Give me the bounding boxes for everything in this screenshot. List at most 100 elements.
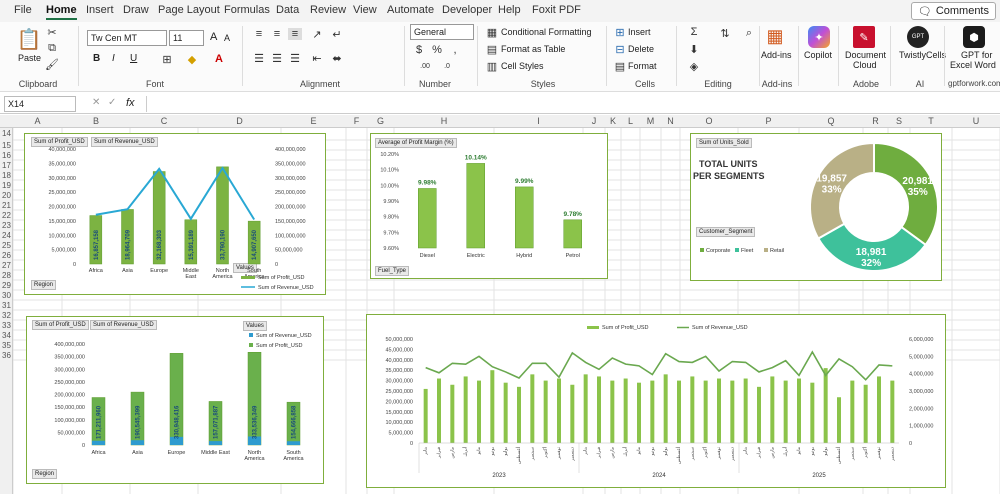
tab-help[interactable]: Help [498,4,521,16]
tab-foxit-pdf[interactable]: Foxit PDF [532,4,581,16]
orientation-icon[interactable]: ↗ [310,28,324,41]
font-color-icon[interactable]: A [212,52,226,66]
enter-icon[interactable]: ✓ [108,97,116,108]
row-header-15[interactable]: 15 [0,141,13,150]
name-box[interactable]: X14 [4,96,76,112]
copilot-icon[interactable]: ✦ [808,26,830,48]
column-header-S[interactable]: S [888,116,910,126]
addins-button[interactable]: Add-ins [761,50,792,60]
row-header-21[interactable]: 21 [0,201,13,210]
format-cells-button[interactable]: Format [628,61,657,71]
tab-home[interactable]: Home [46,4,77,20]
row-header-28[interactable]: 28 [0,271,13,280]
row-header-31[interactable]: 31 [0,301,13,310]
merge-center-icon[interactable]: ⬌ [330,52,344,65]
conditional-formatting-button[interactable]: Conditional Formatting [501,27,592,37]
row-header-35[interactable]: 35 [0,341,13,350]
twistlycells-button[interactable]: TwistlyCells [899,50,946,60]
cancel-icon[interactable]: ✕ [92,97,100,108]
column-header-P[interactable]: P [738,116,799,126]
tab-page-layout[interactable]: Page Layout [158,4,220,16]
row-header-14[interactable]: 14 [0,129,13,138]
insert-cells-button[interactable]: Insert [628,27,651,37]
italic-button[interactable]: I [112,53,115,64]
column-header-L[interactable]: L [621,116,640,126]
row-header-17[interactable]: 17 [0,161,13,170]
sort-filter-icon[interactable]: ⇅ [718,26,732,40]
document-cloud-line2[interactable]: Cloud [853,60,877,70]
column-header-E[interactable]: E [281,116,346,126]
borders-icon[interactable]: ⊞ [160,52,174,66]
row-header-23[interactable]: 23 [0,221,13,230]
twistlycells-icon[interactable]: GPT [907,26,929,48]
cell-styles-button[interactable]: Cell Styles [501,61,544,71]
currency-icon[interactable]: $ [412,44,426,56]
delete-cells-button[interactable]: Delete [628,44,654,54]
chart-revenue-profit-stacked[interactable]: Sum of Profit_USD Sum of Revenue_USD Val… [26,316,324,484]
align-bottom-icon[interactable]: ≡ [288,28,302,40]
column-header-H[interactable]: H [394,116,494,126]
tab-insert[interactable]: Insert [86,4,114,16]
gpt-for-excel-icon[interactable]: ⬢ [963,26,985,48]
row-header-32[interactable]: 32 [0,311,13,320]
tab-developer[interactable]: Developer [442,4,492,16]
tab-review[interactable]: Review [310,4,346,16]
addins-icon[interactable]: ▦ [765,26,785,46]
gpt-for-line2[interactable]: Excel Word [950,60,996,70]
align-middle-icon[interactable]: ≡ [270,28,284,40]
column-header-Q[interactable]: Q [799,116,863,126]
adobe-pdf-icon[interactable]: ✎ [853,26,875,48]
align-top-icon[interactable]: ≡ [252,28,266,40]
column-header-T[interactable]: T [910,116,952,126]
comma-icon[interactable]: , [448,44,462,56]
copilot-button[interactable]: Copilot [804,50,832,60]
find-select-icon[interactable]: ⌕ [742,26,756,40]
row-header-34[interactable]: 34 [0,331,13,340]
align-center-icon[interactable]: ☰ [270,52,284,65]
tab-file[interactable]: File [14,4,32,16]
fill-color-icon[interactable]: ◆ [185,52,199,66]
align-right-icon[interactable]: ☰ [288,52,302,65]
tab-view[interactable]: View [353,4,377,16]
row-header-24[interactable]: 24 [0,231,13,240]
bold-button[interactable]: B [93,53,100,64]
format-painter-icon[interactable]: 🖌 [45,58,59,71]
column-header-N[interactable]: N [661,116,680,126]
row-header-33[interactable]: 33 [0,321,13,330]
wrap-text-icon[interactable]: ↵ [330,28,344,41]
autosum-icon[interactable]: Σ [688,26,700,38]
row-header-30[interactable]: 30 [0,291,13,300]
paste-button[interactable]: Paste [18,53,41,63]
indent-icon[interactable]: ⇤ [310,52,324,65]
percent-icon[interactable]: % [430,44,444,56]
row-header-25[interactable]: 25 [0,241,13,250]
tab-draw[interactable]: Draw [123,4,149,16]
row-header-27[interactable]: 27 [0,261,13,270]
underline-button[interactable]: U [130,53,137,64]
align-left-icon[interactable]: ☰ [252,52,266,65]
formula-input[interactable] [146,96,996,112]
row-header-19[interactable]: 19 [0,181,13,190]
column-header-J[interactable]: J [583,116,605,126]
column-header-D[interactable]: D [198,116,281,126]
fill-icon[interactable]: ⬇ [688,43,700,56]
column-header-F[interactable]: F [346,116,367,126]
comments-button[interactable]: 🗨 Comments [910,2,996,20]
column-header-C[interactable]: C [130,116,198,126]
row-header-22[interactable]: 22 [0,211,13,220]
row-header-26[interactable]: 26 [0,251,13,260]
row-header-18[interactable]: 18 [0,171,13,180]
chart-profit-margin-by-fuel[interactable]: Average of Profit Margin (%) Fuel_Type 9… [370,133,608,279]
tab-formulas[interactable]: Formulas [224,4,270,16]
row-header-20[interactable]: 20 [0,191,13,200]
column-header-G[interactable]: G [367,116,394,126]
column-header-B[interactable]: B [62,116,130,126]
tab-automate[interactable]: Automate [387,4,434,16]
number-format-combo[interactable]: General [410,24,474,40]
font-size-combo[interactable]: 11 [169,30,204,46]
cut-icon[interactable]: ✂ [46,26,58,39]
gpt-for-line1[interactable]: GPT for [961,50,992,60]
column-header-R[interactable]: R [863,116,888,126]
shrink-font-button[interactable]: A [224,33,230,43]
row-header-36[interactable]: 36 [0,351,13,360]
